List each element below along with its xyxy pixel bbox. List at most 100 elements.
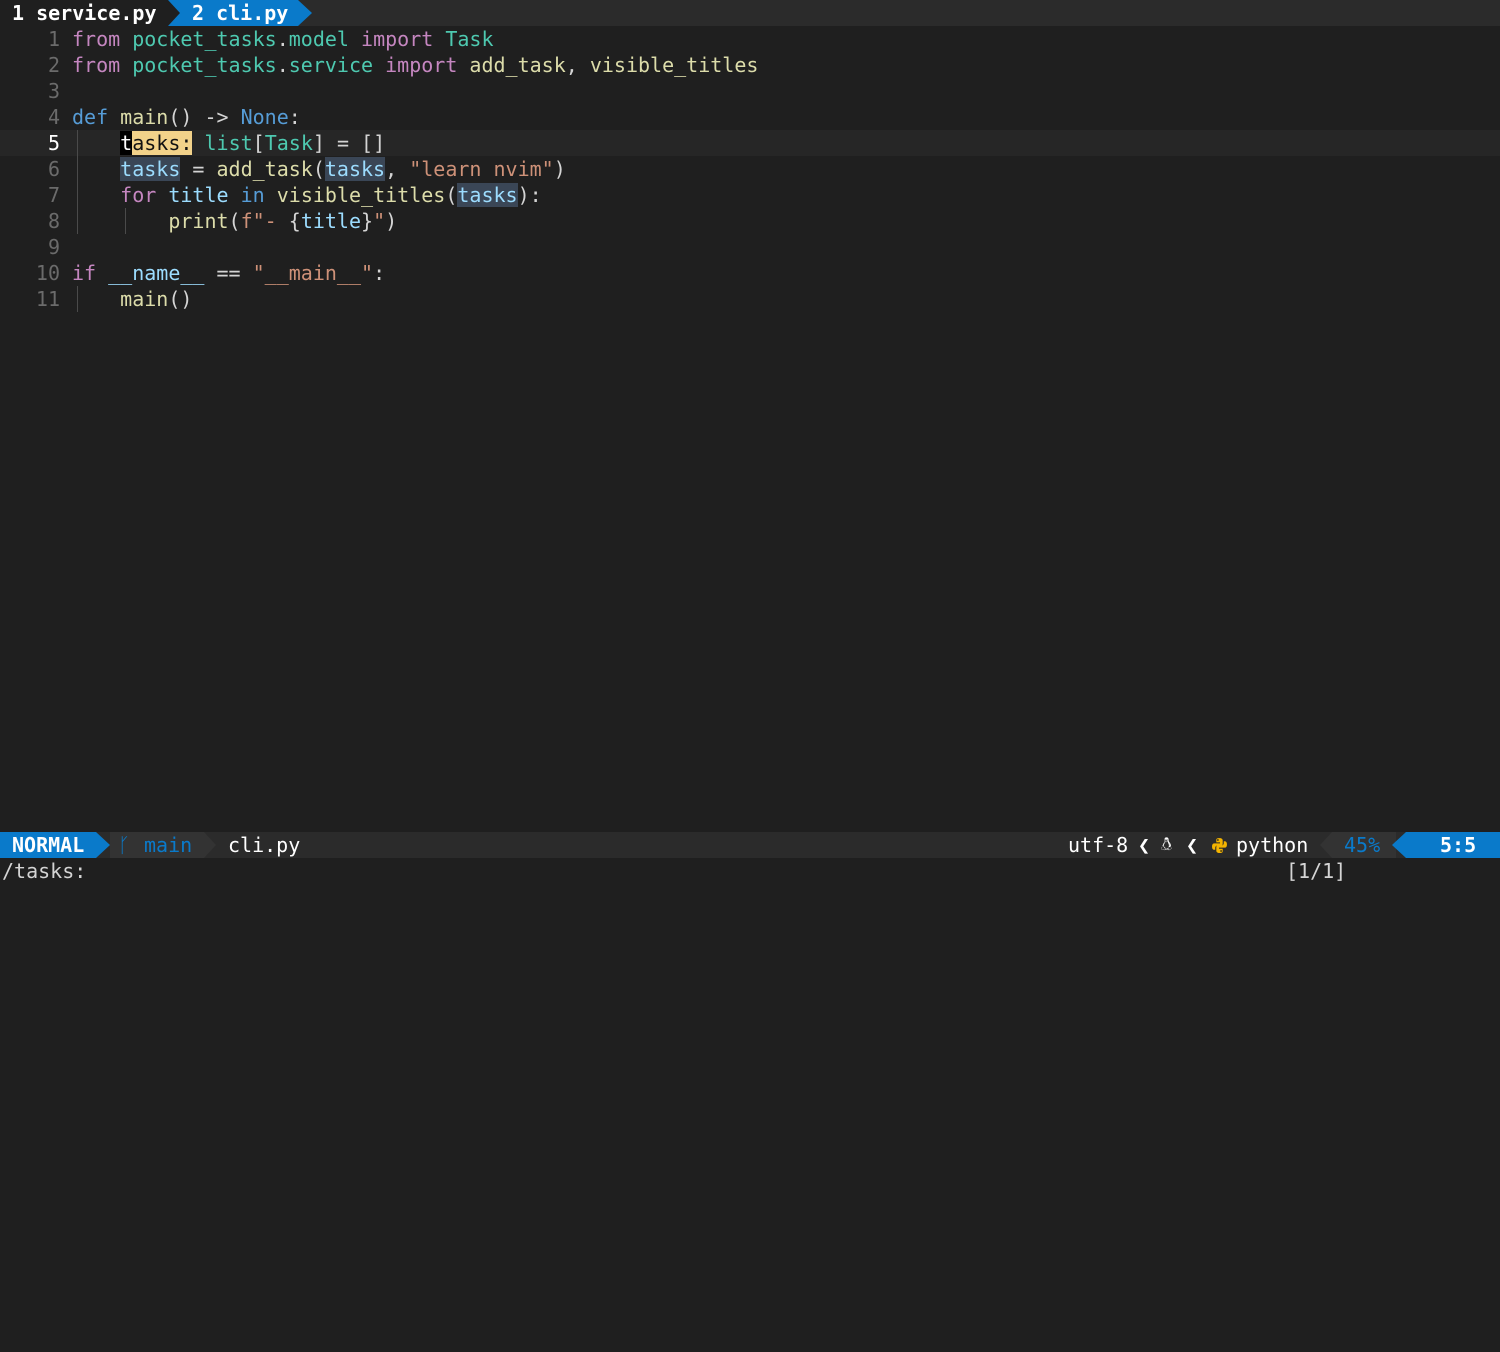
code-token: = xyxy=(180,157,217,181)
indent-guide xyxy=(125,208,126,234)
code-text: def main() -> None: xyxy=(72,104,301,130)
code-token: add_task xyxy=(216,157,313,181)
file-name: cli.py xyxy=(228,833,301,857)
command-line[interactable]: /tasks: [1/1] xyxy=(0,858,1500,885)
line-number: 11 xyxy=(35,287,60,311)
code-token: print xyxy=(168,209,229,233)
statusline-separator: ❮ xyxy=(1138,833,1151,857)
code-token: import xyxy=(361,27,434,51)
tab-cli-py[interactable]: 2 cli.py xyxy=(168,0,298,26)
code-token: from xyxy=(72,53,121,77)
code-token: tasks xyxy=(457,183,518,207)
code-token: [ xyxy=(252,131,265,155)
code-line[interactable]: 10 if __name__ == "__main__": xyxy=(0,260,1500,286)
tabline: 1 service.py 2 cli.py xyxy=(0,0,1500,26)
code-token: def xyxy=(72,105,109,129)
search-command[interactable]: /tasks: xyxy=(2,858,86,885)
indent-guide xyxy=(77,130,78,234)
code-token: import xyxy=(385,53,458,77)
code-token: pocket_tasks xyxy=(132,53,277,77)
code-token: f"- xyxy=(240,209,289,233)
code-token: ( xyxy=(312,157,325,181)
code-line[interactable]: 7 for title in visible_titles(tasks): xyxy=(0,182,1500,208)
code-line[interactable]: 11 main() xyxy=(0,286,1500,312)
code-text: if __name__ == "__main__": xyxy=(72,260,385,286)
mode-indicator: NORMAL xyxy=(0,832,96,858)
line-number: 9 xyxy=(47,235,60,259)
code-token: visible_titles xyxy=(589,53,759,77)
git-branch-icon: ᚴ xyxy=(118,833,130,857)
code-token: title xyxy=(168,183,229,207)
editor-buffer[interactable]: 1 from pocket_tasks.model import Task 2 fro… xyxy=(0,26,1500,832)
code-token: () xyxy=(168,287,193,311)
code-token: visible_titles xyxy=(276,183,446,207)
git-branch-name: main xyxy=(144,833,193,857)
file-type: python xyxy=(1236,833,1309,857)
tab-separator xyxy=(298,0,312,26)
code-token: ) xyxy=(553,157,566,181)
code-token: . xyxy=(276,53,289,77)
code-token: main xyxy=(120,287,169,311)
code-line[interactable]: 9 xyxy=(0,234,1500,260)
code-line[interactable]: 8 print(f"- {title}") xyxy=(0,208,1500,234)
code-line[interactable]: 5 tasks: list[Task] = [] xyxy=(0,130,1500,156)
line-number: 1 xyxy=(47,27,60,51)
code-token: for xyxy=(120,183,157,207)
code-token: : xyxy=(288,105,301,129)
code-line[interactable]: 4 def main() -> None: xyxy=(0,104,1500,130)
statusline-separator: ❮ xyxy=(1186,833,1199,857)
code-token: ): xyxy=(517,183,542,207)
code-token: asks: xyxy=(132,131,193,155)
code-token: ) xyxy=(385,209,398,233)
code-text: tasks: list[Task] = [] xyxy=(72,130,385,156)
code-line[interactable]: 1 from pocket_tasks.model import Task xyxy=(0,26,1500,52)
code-line[interactable]: 2 from pocket_tasks.service import add_ta… xyxy=(0,52,1500,78)
code-token: main xyxy=(120,105,169,129)
linux-icon: 🐧︎ xyxy=(1161,834,1173,855)
branch-separator xyxy=(204,832,216,858)
code-token: in xyxy=(240,183,265,207)
code-token: service xyxy=(288,53,374,77)
code-text: main() xyxy=(72,286,192,312)
code-token: list xyxy=(204,131,253,155)
code-token: from xyxy=(72,27,121,51)
code-token: : xyxy=(373,261,386,285)
code-token: == xyxy=(204,261,253,285)
code-line[interactable]: 3 xyxy=(0,78,1500,104)
code-text: tasks = add_task(tasks, "learn nvim") xyxy=(72,156,566,182)
scroll-percent: 45% xyxy=(1344,833,1381,857)
code-token: t xyxy=(120,131,133,155)
code-token: Task xyxy=(264,131,313,155)
line-number: 5 xyxy=(47,131,60,155)
code-token: " xyxy=(373,209,386,233)
line-number: 3 xyxy=(47,79,60,103)
line-number: 2 xyxy=(47,53,60,77)
code-token: title xyxy=(300,209,362,233)
code-token: { xyxy=(288,209,301,233)
code-token: pocket_tasks xyxy=(132,27,277,51)
tab-service-py[interactable]: 1 service.py xyxy=(0,0,168,26)
code-line[interactable]: 6 tasks = add_task(tasks, "learn nvim") xyxy=(0,156,1500,182)
code-token: . xyxy=(276,27,289,51)
code-token: "__main__" xyxy=(252,261,374,285)
code-token: tasks xyxy=(324,157,386,181)
search-count: [1/1] xyxy=(1286,859,1347,883)
code-token: ( xyxy=(445,183,458,207)
python-icon xyxy=(1212,838,1227,853)
file-encoding: utf-8 xyxy=(1068,833,1129,857)
code-token: Task xyxy=(445,27,494,51)
code-text: print(f"- {title}") xyxy=(72,208,397,234)
